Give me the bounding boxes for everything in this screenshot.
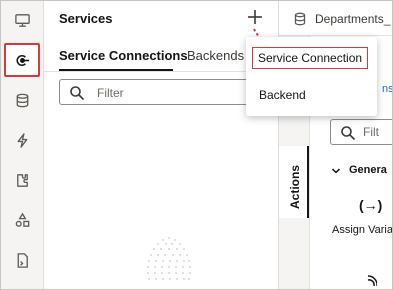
- action-icon-partial: [367, 275, 377, 287]
- tab-backends[interactable]: Backends: [187, 48, 244, 63]
- add-menu-dropdown: Service Connection Backend: [246, 37, 377, 116]
- partial-link[interactable]: ns: [382, 83, 392, 95]
- editor-tab-title: Departments_: [315, 12, 391, 26]
- puzzle-icon[interactable]: [1, 161, 43, 199]
- panel-title: Services: [59, 11, 113, 26]
- actions-filter-placeholder: Filt: [363, 125, 379, 139]
- tabs-divider: [44, 71, 277, 72]
- assign-variable-icon[interactable]: (→): [359, 197, 382, 213]
- group-label: Genera: [349, 164, 387, 176]
- service-connection-icon[interactable]: [1, 41, 43, 79]
- menu-item-backend[interactable]: Backend: [259, 88, 306, 102]
- menu-item-service-connection[interactable]: Service Connection: [252, 47, 369, 69]
- search-icon: [70, 86, 85, 101]
- tab-service-connections[interactable]: Service Connections: [59, 48, 188, 63]
- search-icon: [341, 126, 356, 141]
- actions-filter-field[interactable]: Filt: [330, 119, 392, 145]
- search-input[interactable]: [95, 83, 239, 103]
- database-icon: [294, 12, 306, 26]
- document-icon[interactable]: [1, 241, 43, 279]
- lightning-icon[interactable]: [1, 121, 43, 159]
- tab-actions-label: Actions: [288, 164, 302, 209]
- chevron-down-icon: [331, 168, 341, 174]
- desktop-icon[interactable]: [1, 1, 43, 39]
- app-window: Services Service Connections Backends Fi…: [0, 0, 393, 290]
- editor-tab-header[interactable]: Departments_: [279, 1, 392, 36]
- shapes-icon[interactable]: [1, 201, 43, 239]
- services-filter-field[interactable]: [59, 79, 271, 105]
- empty-state-illustration: [147, 237, 191, 280]
- services-panel: Services Service Connections Backends: [44, 1, 277, 289]
- activity-bar: [1, 1, 44, 289]
- database-icon[interactable]: [1, 81, 43, 119]
- add-icon[interactable]: [244, 6, 266, 28]
- tab-actions[interactable]: Actions: [279, 146, 309, 218]
- assign-variable-label[interactable]: Assign Varia: [332, 224, 392, 236]
